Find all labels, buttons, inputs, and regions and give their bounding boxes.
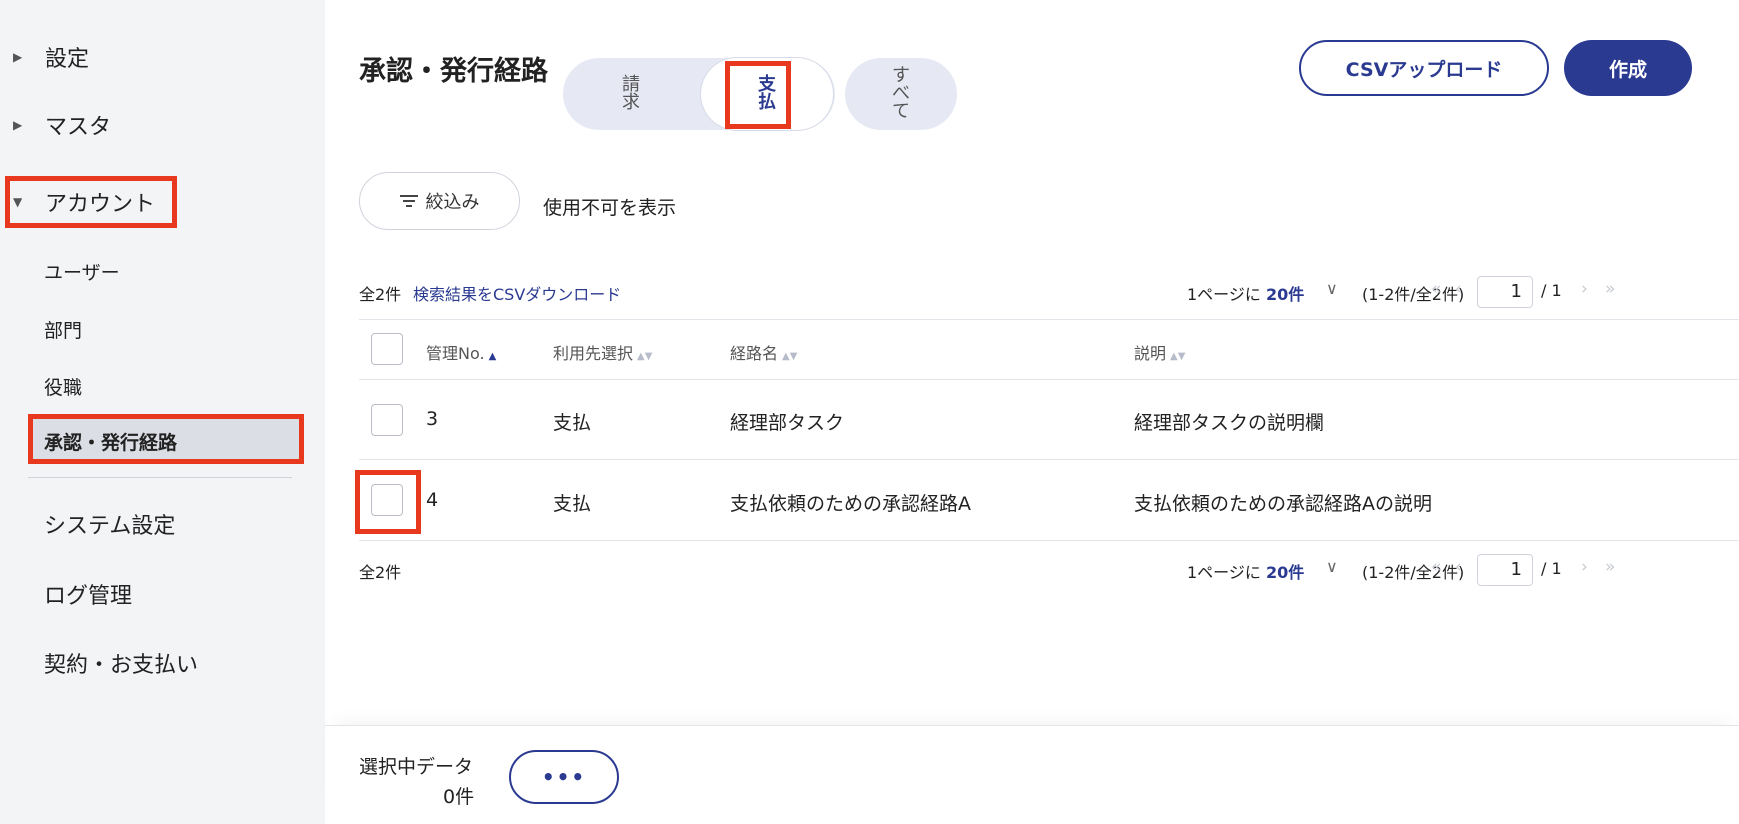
collapse-triangle-icon: ▼ [13,195,23,209]
sidebar-item-label: アカウント [45,192,156,217]
page-title: 承認・発行経路 [359,56,548,87]
sort-icon: ▲▼ [1170,351,1186,362]
column-header-name[interactable]: 経路名 ▲▼ [730,340,797,364]
table-divider [359,319,1739,320]
row-checkbox[interactable] [371,484,403,516]
selected-data-count: 0件 [443,786,475,808]
cell-name: 支払依頼のための承認経路A [730,493,971,515]
sidebar-item-departments[interactable]: 部門 [44,316,82,343]
cell-description: 支払依頼のための承認経路Aの説明 [1134,493,1432,515]
expand-triangle-icon: ▶ [13,50,23,64]
sidebar-item-label: 設定 [45,47,90,72]
total-pages: / 1 [1541,559,1562,578]
table-divider [359,379,1739,380]
next-page-icon[interactable]: › [1581,279,1588,299]
sidebar-item-account[interactable]: ▼ アカウント [0,178,325,226]
column-header-usage[interactable]: 利用先選択 ▲▼ [553,340,652,364]
sidebar-item-system-settings[interactable]: システム設定 [44,508,175,540]
sidebar-item-approval-routes[interactable]: 承認・発行経路 [30,418,302,464]
column-header-no[interactable]: 管理No. ▲ [426,340,496,364]
sort-icon: ▲ [488,351,497,362]
cell-description: 経理部タスクの説明欄 [1134,412,1325,434]
usage-segmented-control: 請求 支払 [563,58,835,130]
first-page-icon[interactable]: « [1431,557,1441,577]
first-page-icon[interactable]: « [1431,279,1441,299]
cell-no: 4 [426,489,439,511]
main-content: 承認・発行経路 請求 支払 すべて CSVアップロード 作成 絞込み 使用不可を… [325,0,1739,824]
sidebar-item-log-management[interactable]: ログ管理 [44,578,132,610]
cell-no: 3 [426,408,439,430]
csv-upload-button[interactable]: CSVアップロード [1299,40,1549,96]
chevron-down-icon[interactable]: ∨ [1326,279,1338,298]
pagination-top: 全2件 検索結果をCSVダウンロード 1ページに 20件 ∨ (1-2件/全2件… [359,276,1739,308]
selection-action-bar: 選択中データ 0件 ••• [325,725,1739,824]
total-count: 全2件 [359,285,402,304]
expand-triangle-icon: ▶ [13,118,23,132]
per-page-select[interactable]: 1ページに 20件 [1187,559,1304,583]
sidebar-item-label: マスタ [45,115,112,140]
pagination-bottom: 全2件 1ページに 20件 ∨ (1-2件/全2件) « ‹ 1 / 1 › » [359,554,1739,586]
prev-page-icon[interactable]: ‹ [1455,557,1462,577]
csv-download-link[interactable]: 検索結果をCSVダウンロード [413,281,621,305]
select-all-checkbox[interactable] [371,333,403,365]
chevron-down-icon[interactable]: ∨ [1326,557,1338,576]
sidebar-item-settings[interactable]: ▶ 設定 [0,33,325,81]
filter-button-label: 絞込み [425,192,480,213]
cell-usage: 支払 [553,493,592,515]
last-page-icon[interactable]: » [1605,557,1615,577]
row-checkbox[interactable] [371,404,403,436]
sort-icon: ▲▼ [782,351,798,362]
filter-button[interactable]: 絞込み [359,172,520,230]
total-pages: / 1 [1541,281,1562,300]
page-input[interactable]: 1 [1477,276,1533,308]
column-header-description[interactable]: 説明 ▲▼ [1134,340,1185,364]
sidebar: ▶ 設定 ▶ マスタ ▼ アカウント ユーザー 部門 役職 承認・発行経路 シス… [0,0,325,824]
page-range: (1-2件/全2件) [1362,285,1465,304]
create-button[interactable]: 作成 [1564,40,1692,96]
segment-all[interactable]: すべて [845,58,957,130]
prev-page-icon[interactable]: ‹ [1455,279,1462,299]
selected-data-label: 選択中データ [359,756,474,778]
table-divider [359,540,1739,541]
sidebar-item-contract-payment[interactable]: 契約・お支払い [44,647,198,679]
more-actions-button[interactable]: ••• [509,750,619,804]
sort-icon: ▲▼ [637,351,653,362]
sidebar-item-master[interactable]: ▶ マスタ [0,101,325,149]
next-page-icon[interactable]: › [1581,557,1588,577]
cell-usage: 支払 [553,412,592,434]
page-range: (1-2件/全2件) [1362,563,1465,582]
sidebar-item-users[interactable]: ユーザー [44,258,120,285]
segment-billing[interactable]: 請求 [563,58,699,130]
sidebar-item-positions[interactable]: 役職 [44,373,82,400]
table-divider [359,459,1739,460]
segment-payment[interactable]: 支払 [701,58,833,130]
per-page-select[interactable]: 1ページに 20件 [1187,281,1304,305]
show-disabled-toggle[interactable]: 使用不可を表示 [543,193,676,220]
sidebar-divider [28,477,292,478]
filter-icon [399,194,418,208]
total-count: 全2件 [359,563,402,582]
page-input[interactable]: 1 [1477,554,1533,586]
cell-name: 経理部タスク [730,412,845,434]
last-page-icon[interactable]: » [1605,279,1615,299]
